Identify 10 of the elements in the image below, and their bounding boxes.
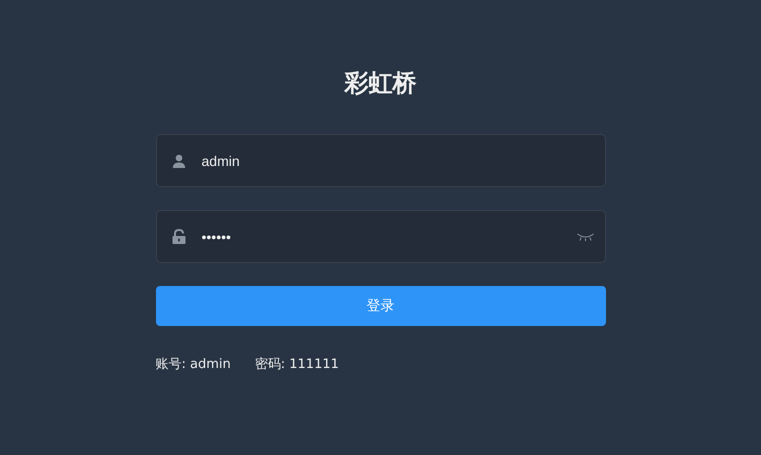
credential-hint: 密码: 111111: [254, 356, 339, 373]
closed-eye-icon[interactable]: [576, 232, 594, 240]
username-value: admin: [202, 152, 240, 168]
login-title: 彩虹桥: [344, 68, 416, 99]
user-icon: [172, 154, 186, 168]
lock-icon: [172, 229, 186, 244]
password-field[interactable]: ••••••: [156, 210, 606, 263]
credential-hint: 账号: admin: [156, 356, 231, 373]
username-field[interactable]: admin: [156, 134, 606, 187]
masked-password: ••••••: [202, 228, 231, 244]
